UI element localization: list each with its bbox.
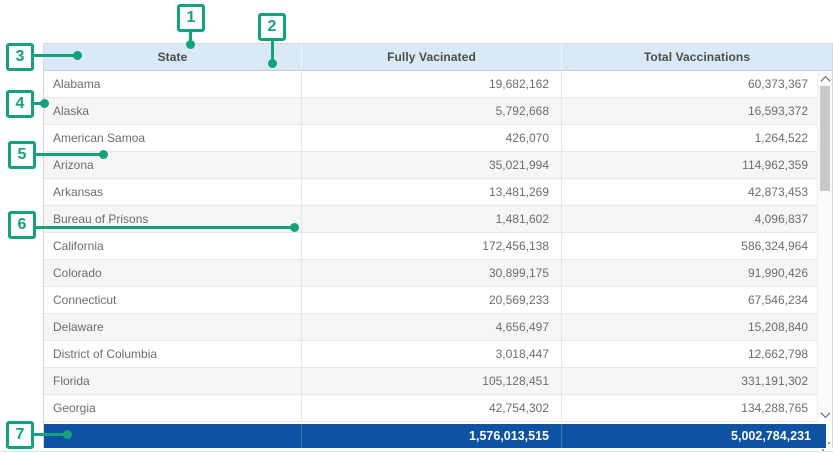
table-row[interactable]: Delaware 4,656,497 15,208,840 xyxy=(44,314,832,341)
callout-marker-6: 6 xyxy=(8,211,36,239)
table-row[interactable]: American Samoa 426,070 1,264,522 xyxy=(44,125,832,152)
total-vaccinations-cell: 12,662,798 xyxy=(561,341,832,367)
grand-total-row: 1,576,013,515 5,002,784,231 xyxy=(44,422,826,448)
fully-vaccinated-cell: 4,656,497 xyxy=(301,314,561,340)
callout-marker-3: 3 xyxy=(6,43,34,71)
total-vaccinations-cell: 15,208,840 xyxy=(561,314,832,340)
callout-marker-4: 4 xyxy=(6,90,34,118)
total-vaccinations-cell: 134,288,765 xyxy=(561,395,832,421)
fully-vaccinated-cell: 172,456,138 xyxy=(301,233,561,259)
state-cell: Connecticut xyxy=(44,287,301,313)
total-row-state-cell xyxy=(44,424,301,448)
total-vaccinations-cell: 586,324,964 xyxy=(561,233,832,259)
fully-vaccinated-cell: 13,481,269 xyxy=(301,179,561,205)
callout-stem-5 xyxy=(35,153,101,156)
callout-marker-5: 5 xyxy=(8,141,36,169)
fully-vaccinated-cell: 35,021,994 xyxy=(301,152,561,178)
table-row[interactable]: Florida 105,128,451 331,191,302 xyxy=(44,368,832,395)
total-total-vaccinations-cell: 5,002,784,231 xyxy=(561,424,826,448)
vaccination-table: State Fully Vacinated Total Vaccinations… xyxy=(43,43,833,448)
callout-stem-3 xyxy=(33,54,75,57)
table-row[interactable]: Georgia 42,754,302 134,288,765 xyxy=(44,395,832,422)
callout-dot-1 xyxy=(186,40,195,49)
table-body: Alabama 19,682,162 60,373,367 Alaska 5,7… xyxy=(44,71,832,422)
table-row[interactable]: Connecticut 20,569,233 67,546,234 xyxy=(44,287,832,314)
state-cell: Alaska xyxy=(44,98,301,124)
state-cell: Alabama xyxy=(44,71,301,97)
state-cell: Georgia xyxy=(44,395,301,421)
total-vaccinations-cell: 4,096,837 xyxy=(561,206,832,232)
column-header-fully-vaccinated[interactable]: Fully Vacinated xyxy=(301,44,561,70)
scroll-down-button[interactable] xyxy=(818,407,832,421)
chevron-down-icon xyxy=(821,408,831,418)
callout-dot-7 xyxy=(63,430,72,439)
total-vaccinations-cell: 114,962,359 xyxy=(561,152,832,178)
table-row[interactable]: California 172,456,138 586,324,964 xyxy=(44,233,832,260)
callout-stem-2 xyxy=(271,40,274,61)
callout-dot-2 xyxy=(268,59,277,68)
callout-dot-6 xyxy=(290,223,299,232)
total-vaccinations-cell: 331,191,302 xyxy=(561,368,832,394)
fully-vaccinated-cell: 3,018,447 xyxy=(301,341,561,367)
fully-vaccinated-cell: 20,569,233 xyxy=(301,287,561,313)
callout-marker-2: 2 xyxy=(258,13,286,41)
total-vaccinations-cell: 16,593,372 xyxy=(561,98,832,124)
fully-vaccinated-cell: 1,481,602 xyxy=(301,206,561,232)
scroll-up-button[interactable] xyxy=(818,72,832,86)
state-cell: Arkansas xyxy=(44,179,301,205)
table-row[interactable]: Arkansas 13,481,269 42,873,453 xyxy=(44,179,832,206)
table-row[interactable]: Colorado 30,899,175 91,990,426 xyxy=(44,260,832,287)
screenshot-root: State Fully Vacinated Total Vaccinations… xyxy=(0,0,833,453)
fully-vaccinated-cell: 105,128,451 xyxy=(301,368,561,394)
capture-bottom-edge xyxy=(0,451,833,452)
state-cell: California xyxy=(44,233,301,259)
state-cell: American Samoa xyxy=(44,125,301,151)
callout-stem-6 xyxy=(35,226,292,229)
table-row[interactable]: Alabama 19,682,162 60,373,367 xyxy=(44,71,832,98)
total-vaccinations-cell: 67,546,234 xyxy=(561,287,832,313)
total-vaccinations-cell: 42,873,453 xyxy=(561,179,832,205)
table-row[interactable]: Alaska 5,792,668 16,593,372 xyxy=(44,98,832,125)
table-row[interactable]: District of Columbia 3,018,447 12,662,79… xyxy=(44,341,832,368)
fully-vaccinated-cell: 42,754,302 xyxy=(301,395,561,421)
state-cell: District of Columbia xyxy=(44,341,301,367)
callout-dot-3 xyxy=(73,51,82,60)
vertical-scrollbar[interactable] xyxy=(817,71,832,422)
column-header-state[interactable]: State xyxy=(44,44,301,70)
state-cell: Florida xyxy=(44,368,301,394)
fully-vaccinated-cell: 5,792,668 xyxy=(301,98,561,124)
scrollbar-thumb[interactable] xyxy=(820,86,830,191)
table-row[interactable]: Arizona 35,021,994 114,962,359 xyxy=(44,152,832,179)
fully-vaccinated-cell: 30,899,175 xyxy=(301,260,561,286)
callout-dot-4 xyxy=(40,99,49,108)
callout-marker-1: 1 xyxy=(177,4,205,32)
state-cell: Delaware xyxy=(44,314,301,340)
state-cell: Colorado xyxy=(44,260,301,286)
chevron-up-icon xyxy=(821,75,831,85)
fully-vaccinated-cell: 426,070 xyxy=(301,125,561,151)
total-fully-vaccinated-cell: 1,576,013,515 xyxy=(301,424,561,448)
column-header-total-vaccinations[interactable]: Total Vaccinations xyxy=(561,44,832,70)
callout-marker-7: 7 xyxy=(6,421,34,449)
total-vaccinations-cell: 1,264,522 xyxy=(561,125,832,151)
callout-stem-7 xyxy=(33,433,65,436)
callout-dot-5 xyxy=(99,150,108,159)
total-vaccinations-cell: 91,990,426 xyxy=(561,260,832,286)
fully-vaccinated-cell: 19,682,162 xyxy=(301,71,561,97)
table-header-row: State Fully Vacinated Total Vaccinations xyxy=(44,44,832,71)
total-vaccinations-cell: 60,373,367 xyxy=(561,71,832,97)
resize-grip-icon xyxy=(821,442,830,451)
